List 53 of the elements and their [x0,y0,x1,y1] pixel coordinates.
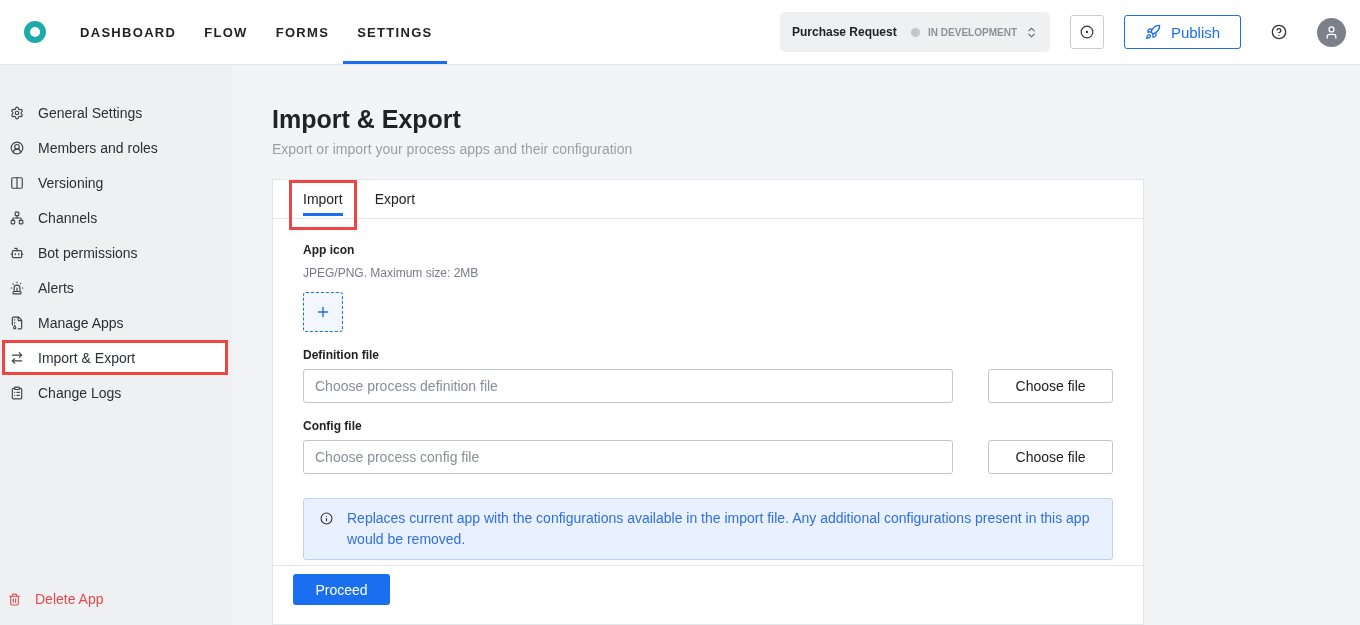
nav-tab[interactable]: FLOW [190,0,262,64]
preview-button[interactable] [1070,15,1104,49]
sidebar-item[interactable]: Channels [2,200,228,235]
person-icon [1324,24,1339,40]
sidebar-item[interactable]: Versioning [2,165,228,200]
upload-button[interactable] [303,292,343,332]
sidebar-item[interactable]: Import & Export [2,340,228,375]
target-icon [1080,25,1094,39]
chevrons-icon [1025,25,1038,39]
choose-file-button[interactable]: Choose file [988,440,1113,474]
tab[interactable]: Export [360,180,430,219]
bot-icon [10,245,24,260]
network-icon [10,210,24,225]
notice-text: Replaces current app with the configurations available in the import file. Any additional configurations present in this app would be removed. [347,509,1091,549]
help-button[interactable] [1271,24,1287,40]
gear-icon [10,105,24,120]
app-name: Purchase Request [792,25,898,39]
app-switcher[interactable]: Purchase Request IN DEVELOPMENT [780,12,1050,52]
choose-file-button[interactable]: Choose file [988,369,1113,403]
sidebar-item[interactable]: Manage Apps [2,305,228,340]
sidebar-item[interactable]: Change Logs [2,375,228,410]
clipboard-icon [10,385,24,400]
help-icon [1271,24,1287,40]
status-dot [911,27,921,37]
field-label: Definition file [303,348,380,362]
sidebar-item[interactable]: Alerts [2,270,228,305]
sidebar-item[interactable]: General Settings [2,95,228,130]
info-icon [320,512,333,525]
field-label: Config file [303,419,363,433]
sidebar-item[interactable]: Bot permissions [2,235,228,270]
publish-button[interactable]: Publish [1124,15,1241,49]
file-icon [10,315,24,330]
page-title: Import & Export [272,105,462,134]
user-avatar[interactable] [1317,17,1346,47]
rocket-icon [1144,24,1161,40]
app-status: IN DEVELOPMENT [928,26,1017,38]
plus-icon [315,304,331,320]
nav-tab[interactable]: FORMS [261,0,344,64]
file-input-field[interactable]: Choose process definition file [303,369,954,403]
field-label: App icon [303,243,356,257]
proceed-button[interactable]: Proceed [293,574,390,605]
panels-icon [10,175,24,190]
page-subtitle: Export or import your process apps and their configuration [272,141,634,157]
swap-arrows-icon [10,350,24,365]
sidebar-item[interactable]: Members and roles [2,130,228,165]
tab[interactable]: Import [289,180,357,230]
logo-icon [24,21,46,43]
siren-icon [10,280,24,295]
user-circle-icon [10,140,24,155]
trash-icon [8,592,21,606]
file-input-field[interactable]: Choose process config file [303,440,954,474]
nav-tab[interactable]: DASHBOARD [66,0,191,64]
field-hint: JPEG/PNG. Maximum size: 2MB [303,266,480,280]
